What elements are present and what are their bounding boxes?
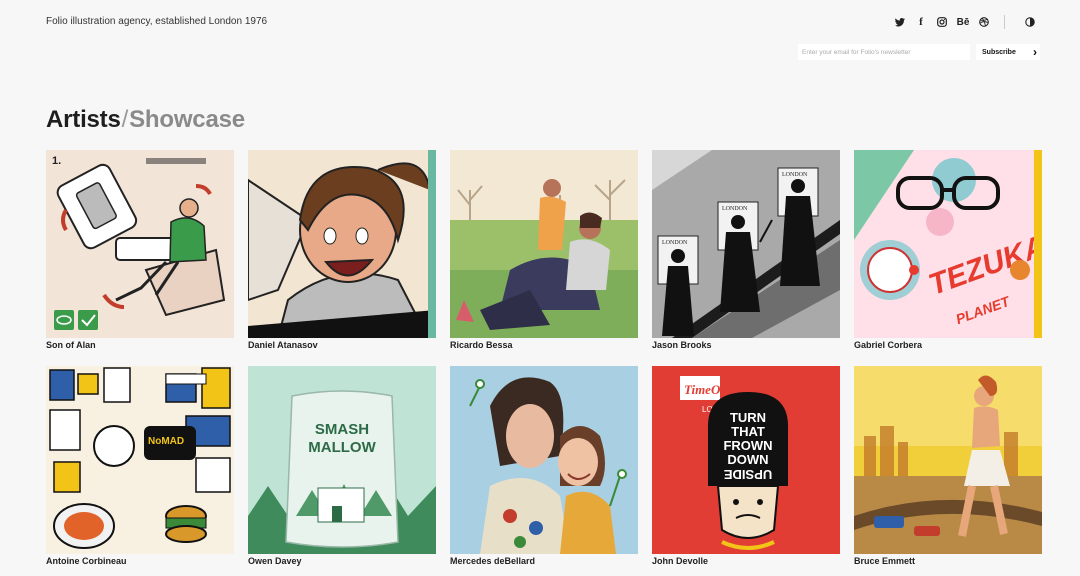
artist-name[interactable]: Jason Brooks <box>652 340 840 350</box>
artist-name[interactable]: Daniel Atanasov <box>248 340 436 350</box>
svg-text:DOWN: DOWN <box>727 452 768 467</box>
title-separator: / <box>121 106 129 133</box>
svg-text:LONDON: LONDON <box>782 172 808 178</box>
artist-name[interactable]: John Devolle <box>652 556 840 566</box>
instagram-icon[interactable] <box>934 14 950 30</box>
twitter-icon[interactable] <box>892 14 908 30</box>
artist-artwork[interactable]: TEZUKA PLANET <box>854 150 1042 338</box>
artist-name[interactable]: Son of Alan <box>46 340 234 350</box>
artist-card-ricardo-bessa[interactable]: Ricardo Bessa <box>450 150 638 350</box>
artist-artwork[interactable]: SMASH MALLOW <box>248 366 436 554</box>
svg-text:LONDON: LONDON <box>722 206 748 212</box>
divider <box>1004 15 1005 29</box>
artist-artwork[interactable]: 1. <box>46 150 234 338</box>
svg-text:1.: 1. <box>52 155 61 167</box>
artist-artwork[interactable]: NoMAD <box>46 366 234 554</box>
subscribe-button[interactable]: Subscribe › <box>976 44 1040 60</box>
facebook-icon[interactable]: f <box>913 14 929 30</box>
subscribe-label: Subscribe <box>982 48 1016 56</box>
artist-artwork[interactable] <box>248 150 436 338</box>
social-links: f Bē <box>887 14 1038 30</box>
artist-name[interactable]: Gabriel Corbera <box>854 340 1042 350</box>
artist-artwork[interactable] <box>450 366 638 554</box>
chevron-right-icon: › <box>1033 45 1037 59</box>
artist-card-son-of-alan[interactable]: 1. Son of Alan <box>46 150 234 350</box>
artist-artwork[interactable] <box>854 366 1042 554</box>
newsletter-email-input[interactable] <box>798 44 970 60</box>
artist-name[interactable]: Bruce Emmett <box>854 556 1042 566</box>
artist-card-antoine-corbineau[interactable]: NoMAD Antoine Corbineau <box>46 366 234 566</box>
artist-name[interactable]: Antoine Corbineau <box>46 556 234 566</box>
svg-text:TimeOut: TimeOut <box>684 382 732 397</box>
svg-text:NoMAD: NoMAD <box>148 436 184 447</box>
artist-card-owen-davey[interactable]: SMASH MALLOW Owen Davey <box>248 366 436 566</box>
artist-name[interactable]: Ricardo Bessa <box>450 340 638 350</box>
newsletter-form: Subscribe › <box>798 44 1040 60</box>
title-showcase[interactable]: Showcase <box>129 106 245 133</box>
page-title: Artists/Showcase <box>46 106 245 134</box>
artist-artwork[interactable] <box>450 150 638 338</box>
artist-card-gabriel-corbera[interactable]: TEZUKA PLANET Gabriel Corbera <box>854 150 1042 350</box>
svg-text:FROWN: FROWN <box>723 438 772 453</box>
artist-name[interactable]: Owen Davey <box>248 556 436 566</box>
artist-name[interactable]: Mercedes deBellard <box>450 556 638 566</box>
svg-text:THAT: THAT <box>731 424 765 439</box>
dribbble-icon[interactable] <box>976 14 992 30</box>
behance-icon[interactable]: Bē <box>955 14 971 30</box>
artist-card-daniel-atanasov[interactable]: Daniel Atanasov <box>248 150 436 350</box>
theme-toggle-icon[interactable] <box>1022 14 1038 30</box>
artist-card-john-devolle[interactable]: TimeOut LOND TURN THAT FROWN DOWN UPSIDE… <box>652 366 840 566</box>
agency-tagline: Folio illustration agency, established L… <box>46 16 268 27</box>
artist-card-jason-brooks[interactable]: LONDON LONDON LONDON Jason Brooks <box>652 150 840 350</box>
artist-card-mercedes-debellard[interactable]: Mercedes deBellard <box>450 366 638 566</box>
title-artists[interactable]: Artists <box>46 106 121 133</box>
svg-text:LONDON: LONDON <box>662 240 688 246</box>
svg-text:UPSIDE: UPSIDE <box>723 467 772 482</box>
artist-artwork[interactable]: LONDON LONDON LONDON <box>652 150 840 338</box>
artist-artwork[interactable]: TimeOut LOND TURN THAT FROWN DOWN UPSIDE <box>652 366 840 554</box>
svg-text:SMASH: SMASH <box>315 421 369 438</box>
svg-text:TURN: TURN <box>730 410 766 425</box>
artist-card-bruce-emmett[interactable]: Bruce Emmett <box>854 366 1042 566</box>
svg-text:MALLOW: MALLOW <box>308 439 376 456</box>
